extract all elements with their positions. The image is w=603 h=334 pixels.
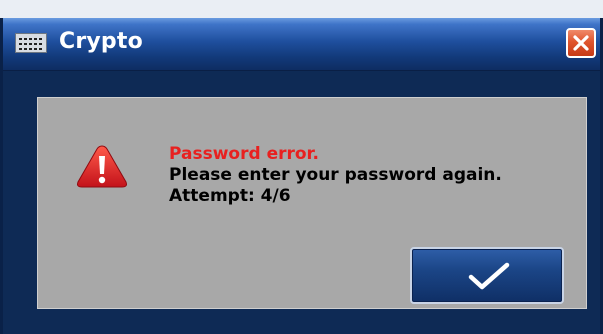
title-bar[interactable]: Crypto [3, 18, 600, 71]
keyboard-icon [15, 33, 47, 53]
message-panel: Password error. Please enter your passwo… [37, 97, 587, 309]
warning-icon [77, 145, 127, 188]
window-title: Crypto [59, 29, 143, 54]
error-title: Password error. [169, 144, 319, 164]
close-button[interactable] [566, 28, 596, 58]
checkmark-icon [468, 262, 510, 290]
ok-button[interactable] [410, 247, 564, 304]
close-icon [573, 35, 589, 51]
dialog-window: Crypto Password error. Please enter your… [0, 18, 603, 334]
attempt-counter: Attempt: 4/6 [169, 186, 291, 206]
message-text: Password error. Please enter your passwo… [169, 144, 502, 207]
message-line: Please enter your password again. [169, 165, 502, 185]
